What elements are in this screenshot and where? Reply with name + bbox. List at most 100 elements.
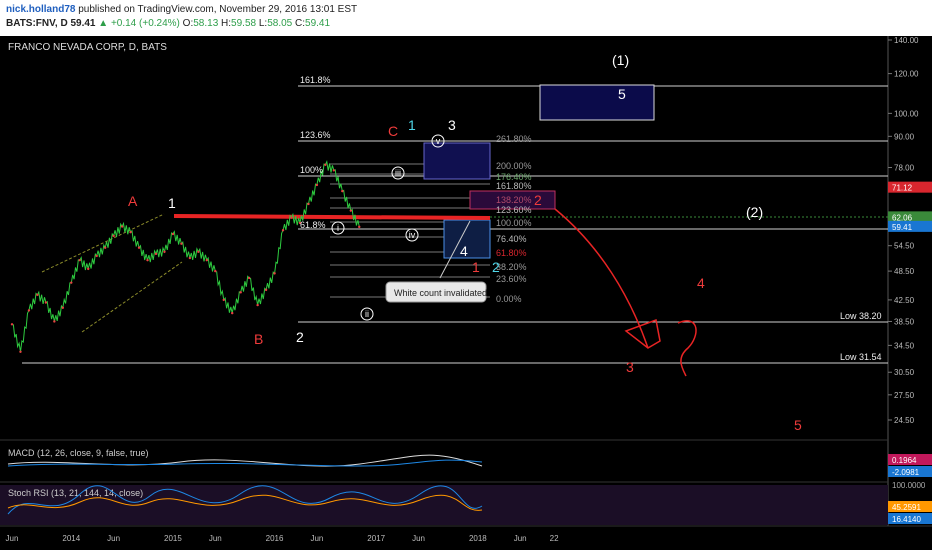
open-value: 58.13 xyxy=(193,18,219,29)
wave-white-2: 2 xyxy=(296,329,304,345)
fib-left-161: 161.8% xyxy=(300,75,331,85)
wave-red-A: A xyxy=(128,193,138,209)
y-tick-label: 140.00 xyxy=(894,36,919,45)
fib-left-123: 123.6% xyxy=(300,130,331,140)
y-tick-label: 90.00 xyxy=(894,132,915,141)
price-change: ▲ +0.14 (+0.24%) xyxy=(98,18,180,29)
price-point xyxy=(315,183,319,187)
wave-red-1: 1 xyxy=(472,259,480,275)
circled-ii: ii xyxy=(365,309,369,319)
price-point xyxy=(231,311,234,315)
fib-left-61: 61.8% xyxy=(300,220,326,230)
price-point xyxy=(120,225,124,228)
macd-value-2: -2.0981 xyxy=(892,468,920,477)
circled-iv: iv xyxy=(409,230,416,240)
price-point xyxy=(53,320,56,323)
price-series xyxy=(10,160,361,353)
price-point xyxy=(87,267,90,271)
fib-138: 138.20% xyxy=(496,195,532,205)
price-point xyxy=(70,281,73,284)
macd-value-1: 0.1964 xyxy=(892,456,917,465)
last-price: 59.41 xyxy=(70,18,96,29)
price-point xyxy=(307,202,310,206)
price-line xyxy=(11,160,360,352)
fib-23: 23.60% xyxy=(496,274,527,284)
price-point xyxy=(349,209,352,212)
price-point xyxy=(197,250,200,253)
x-tick-label: 2017 xyxy=(367,534,385,543)
price-point xyxy=(146,258,149,262)
chart-svg[interactable]: FRANCO NEVADA CORP, D, BATS White count … xyxy=(0,36,932,550)
wave-white-big1: (1) xyxy=(612,52,629,68)
y-tick-label: 48.50 xyxy=(894,267,915,276)
price-point xyxy=(180,242,183,245)
publish-line: nick.holland78 published on TradingView.… xyxy=(6,4,357,15)
price-point xyxy=(19,350,22,353)
high-value: 59.58 xyxy=(231,18,257,29)
stoch-value-2: 16.4140 xyxy=(892,515,921,524)
chart-header: nick.holland78 published on TradingView.… xyxy=(0,0,932,36)
y-tick-label: 100.00 xyxy=(894,109,919,118)
price-point xyxy=(290,216,293,219)
wave-white-big2: (2) xyxy=(746,204,763,220)
price-point xyxy=(281,229,285,232)
x-tick-label: 22 xyxy=(550,534,559,543)
publish-text: published on TradingView.com, November 2… xyxy=(78,4,358,15)
wave-white-5: 5 xyxy=(618,86,626,102)
circled-iii: iii xyxy=(395,168,401,178)
time-axis[interactable]: Jun 2014 Jun 2015 Jun 2016 Jun 2017 Jun 2018 Jun 22 xyxy=(6,534,560,543)
fib-0: 0.00% xyxy=(496,294,522,304)
price-tag-label: 59.41 xyxy=(892,223,913,232)
price-point xyxy=(264,288,268,292)
wave-white-1: 1 xyxy=(168,195,176,211)
stoch-label: Stoch RSI (13, 21, 144, 14, close) xyxy=(8,488,143,498)
fib-38: 38.20% xyxy=(496,262,527,272)
wave-cyan-1: 1 xyxy=(408,117,416,133)
price-point xyxy=(273,272,276,275)
macd-label: MACD (12, 26, close, 9, false, true) xyxy=(8,448,149,458)
fib-61: 61.80% xyxy=(496,248,527,258)
symbol-label: BATS:FNV, D xyxy=(6,18,68,29)
zone-v xyxy=(423,142,491,180)
fib-200: 200.00% xyxy=(496,161,532,171)
price-point xyxy=(222,298,225,302)
y-tick-label: 42.50 xyxy=(894,296,915,305)
wave-red-2: 2 xyxy=(534,192,542,208)
neckline xyxy=(173,214,491,220)
chart-area[interactable]: FRANCO NEVADA CORP, D, BATS White count … xyxy=(0,36,932,550)
price-point xyxy=(78,258,81,262)
price-point xyxy=(358,225,361,229)
chart-title: FRANCO NEVADA CORP, D, BATS xyxy=(8,42,167,53)
wave-red-C: C xyxy=(388,123,398,139)
stoch-value-1: 45.2591 xyxy=(892,503,921,512)
low-31-label: Low 31.54 xyxy=(840,352,882,362)
target-zone-5 xyxy=(539,84,655,121)
y-tick-label: 38.50 xyxy=(894,317,915,326)
fib-261: 261.80% xyxy=(496,134,532,144)
price-point xyxy=(36,293,39,297)
x-tick-label: 2014 xyxy=(62,534,80,543)
author-link[interactable]: nick.holland78 xyxy=(6,4,75,15)
price-point xyxy=(205,258,209,262)
x-tick-label: Jun xyxy=(310,534,323,543)
y-tick-label: 30.50 xyxy=(894,368,915,377)
price-point xyxy=(154,252,158,256)
close-label: C: xyxy=(295,18,306,29)
fib-left-100: 100% xyxy=(300,165,323,175)
price-point xyxy=(239,291,242,294)
x-tick-label: 2018 xyxy=(469,534,487,543)
fib-161: 161.80% xyxy=(496,181,532,191)
price-point xyxy=(137,246,141,249)
price-point xyxy=(341,189,344,193)
x-tick-label: 2015 xyxy=(164,534,182,543)
wave-red-B: B xyxy=(254,331,263,347)
x-tick-label: 2016 xyxy=(266,534,284,543)
price-point xyxy=(103,246,107,249)
price-point xyxy=(95,254,98,258)
low-38-label: Low 38.20 xyxy=(840,311,882,321)
y-tick-label: 78.00 xyxy=(894,164,915,173)
circled-i: i xyxy=(337,223,339,233)
wave-white-4: 4 xyxy=(460,243,468,259)
y-tick-label: 24.50 xyxy=(894,416,915,425)
y-tick-label: 27.50 xyxy=(894,391,915,400)
